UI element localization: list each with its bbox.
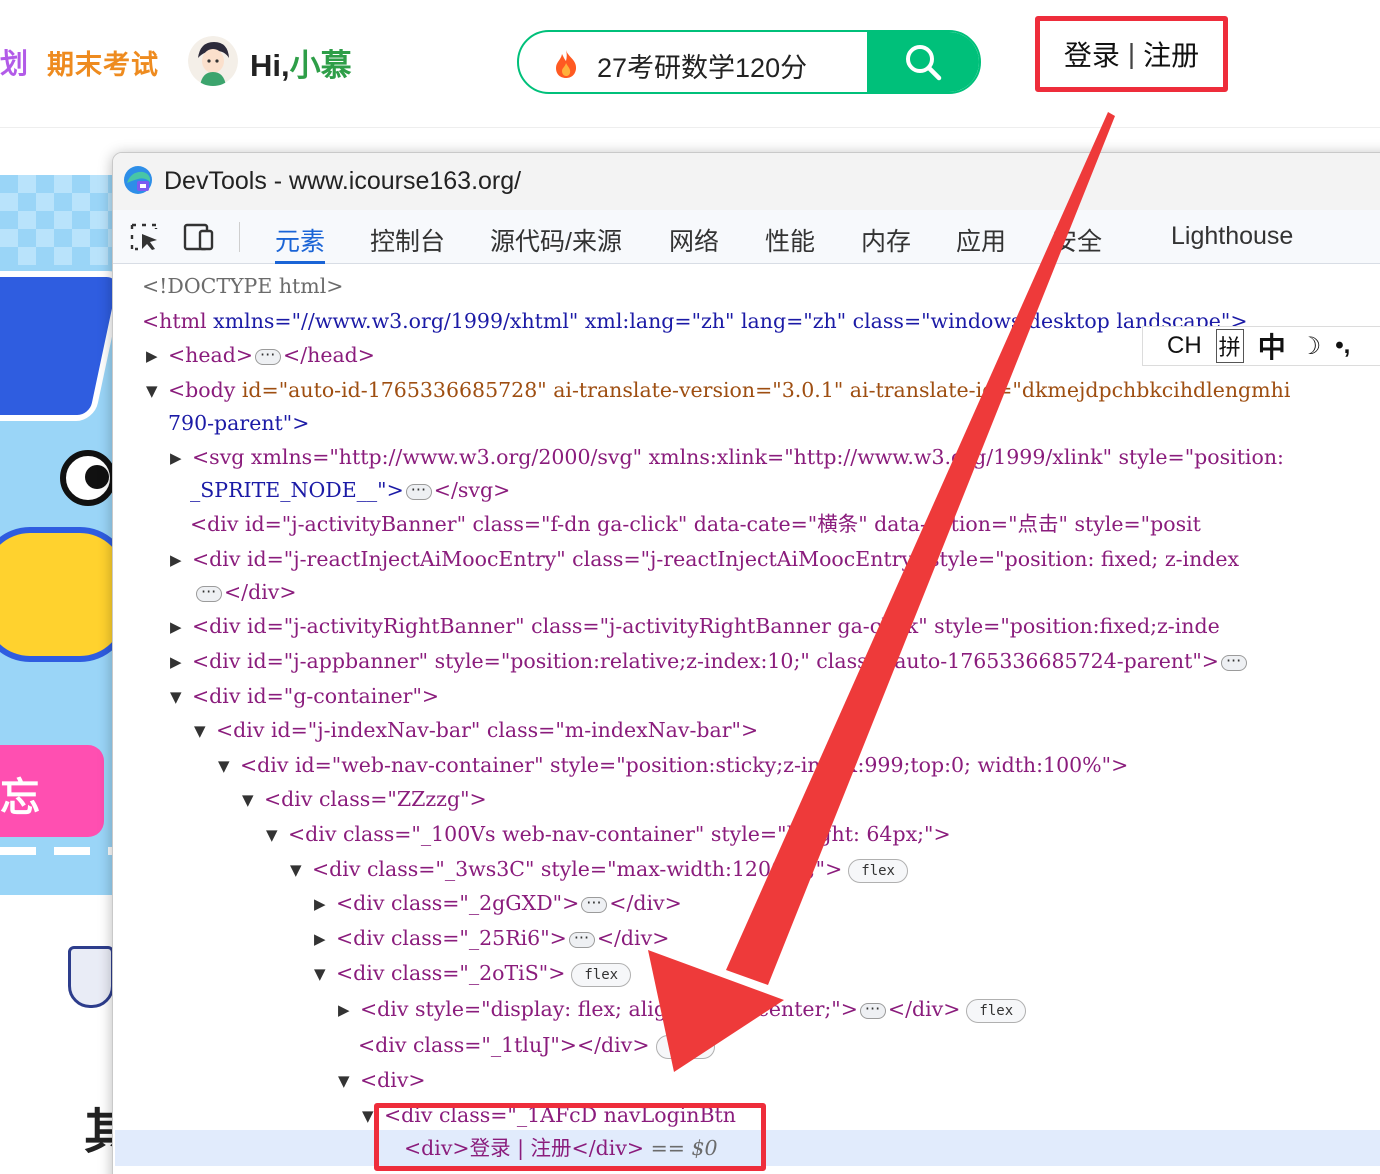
- html-attrs: xmlns="//www.w3.org/1999/xhtml" xml:lang…: [206, 309, 1248, 333]
- expand-triangle-icon[interactable]: ▶: [338, 993, 360, 1027]
- zzzzg-tag: <div class="ZZzzg">: [264, 787, 487, 811]
- elements-dom-tree: <!DOCTYPE html> <html xmlns="//www.w3.or…: [0, 0, 1380, 1174]
- 25ri6-tag: <div class="_25Ri6">: [336, 926, 567, 950]
- ime-toolbar[interactable]: CH 拼 中 ☽ •,: [1142, 326, 1380, 366]
- dom-line-3ws3c[interactable]: ▼ <div class="_3ws3C" style="max-width:12…: [290, 852, 908, 886]
- right-banner-tag: <div id="j-activityRightBanner" class="j…: [192, 614, 1220, 638]
- dom-line-doctype[interactable]: <!DOCTYPE html>: [142, 269, 343, 303]
- ime-pinyin[interactable]: 拼: [1215, 329, 1244, 363]
- collapse-triangle-icon[interactable]: ▼: [146, 374, 168, 408]
- svg-attrs-cont: _SPRITE_NODE__">: [190, 478, 404, 502]
- flex-badge[interactable]: flex: [655, 1034, 716, 1059]
- expand-triangle-icon[interactable]: ▶: [314, 887, 336, 921]
- collapse-triangle-icon[interactable]: ▼: [218, 749, 240, 783]
- dom-line-ai-mooc[interactable]: ▶ <div id="j-reactInjectAiMoocEntry" clas…: [170, 542, 1239, 576]
- ime-punct-icon[interactable]: •,: [1335, 332, 1350, 360]
- ime-ch[interactable]: CH: [1167, 332, 1202, 360]
- ellipsis-icon[interactable]: [255, 338, 282, 372]
- div-tag: <div>: [360, 1068, 426, 1092]
- ime-chinese[interactable]: 中: [1258, 326, 1286, 366]
- screenshot-stage: 划 期末考试 Hi,小慕 27考研数学120分 登录 | 注册 忘 其 DevT…: [0, 0, 1380, 1174]
- ai-mooc-tag: <div id="j-reactInjectAiMoocEntry" class…: [192, 547, 1240, 571]
- flex-div-close-tag: </div>: [887, 997, 961, 1021]
- svg-tag: <svg xmlns="http://www.w3.org/2000/svg" …: [192, 445, 1284, 469]
- ellipsis-icon[interactable]: [859, 992, 886, 1026]
- dom-line-activity-banner[interactable]: <div id="j-activityBanner" class="f-dn g…: [190, 507, 1201, 541]
- flex-badge[interactable]: flex: [966, 998, 1027, 1023]
- dom-line-2ggxd[interactable]: ▶<div class="_2gGXD"> </div>: [314, 886, 682, 920]
- dom-line-flex-div[interactable]: ▶ <div style="display: flex; align-items:…: [338, 992, 1027, 1027]
- html-tag: <html: [142, 309, 207, 333]
- collapse-triangle-icon[interactable]: ▼: [194, 714, 216, 748]
- ellipsis-icon[interactable]: [581, 886, 608, 920]
- ellipsis-icon[interactable]: [405, 473, 432, 507]
- body-attrs-cont: 790-parent">: [168, 411, 310, 435]
- collapse-triangle-icon[interactable]: ▼: [266, 818, 288, 852]
- expand-triangle-icon[interactable]: ▶: [170, 645, 192, 679]
- expand-triangle-icon[interactable]: ▶: [314, 922, 336, 956]
- dom-line-body-cont[interactable]: 790-parent">: [168, 406, 309, 440]
- 2otis-tag: <div class="_2oTiS">: [336, 961, 566, 985]
- dom-line-html[interactable]: <html xmlns="//www.w3.org/1999/xhtml" xm…: [142, 304, 1248, 338]
- 25ri6-close-tag: </div>: [596, 926, 670, 950]
- dom-line-indexnav[interactable]: ▼ <div id="j-indexNav-bar" class="m-index…: [194, 713, 758, 747]
- highlight-box-login-element: [374, 1103, 766, 1171]
- collapse-triangle-icon[interactable]: ▼: [242, 783, 264, 817]
- expand-triangle-icon[interactable]: ▶: [170, 543, 192, 577]
- dom-line-2otis[interactable]: ▼ <div class="_2oTiS"> flex: [314, 956, 632, 991]
- 3ws3c-tag: <div class="_3ws3C" style="max-width:120…: [312, 857, 843, 881]
- dom-line-appbanner[interactable]: ▶ <div id="j-appbanner" style="position:r…: [170, 644, 1249, 678]
- body-tag: <body: [168, 378, 236, 402]
- svg-close-tag: </svg>: [433, 478, 511, 502]
- expand-triangle-icon[interactable]: ▶: [146, 339, 168, 373]
- dom-line-right-banner[interactable]: ▶ <div id="j-activityRightBanner" class="…: [170, 609, 1220, 643]
- g-container-tag: <div id="g-container">: [192, 684, 440, 708]
- ai-mooc-close-tag: </div>: [224, 580, 297, 604]
- ellipsis-icon[interactable]: [1220, 644, 1247, 678]
- body-attrs: id="auto-id-1765336685728" ai-translate-…: [235, 378, 1291, 402]
- 2ggxd-close-tag: </div>: [609, 891, 682, 915]
- ime-moon-icon[interactable]: ☽: [1300, 332, 1322, 361]
- dom-line-g-container[interactable]: ▼ <div id="g-container">: [170, 679, 439, 713]
- 1tluj-tag: <div class="_1tluJ"></div>: [358, 1033, 650, 1057]
- dom-line-ai-mooc-close[interactable]: </div>: [194, 575, 297, 609]
- collapse-triangle-icon[interactable]: ▼: [338, 1064, 360, 1098]
- head-close-tag: </head>: [283, 343, 375, 367]
- dom-line-zzzzg[interactable]: ▼ <div class="ZZzzg">: [242, 782, 487, 816]
- head-open-tag: <head>: [168, 343, 254, 367]
- flex-badge[interactable]: flex: [571, 962, 632, 987]
- 100vs-tag: <div class="_100Vs web-nav-container" st…: [288, 822, 951, 846]
- web-nav-tag: <div id="web-nav-container" style="posit…: [240, 753, 1129, 777]
- 2ggxd-tag: <div class="_2gGXD">: [336, 891, 580, 915]
- indexnav-tag: <div id="j-indexNav-bar" class="m-indexN…: [216, 718, 759, 742]
- activity-banner-tag: <div id="j-activityBanner" class="f-dn g…: [190, 512, 1201, 536]
- doctype-text: <!DOCTYPE html>: [142, 274, 344, 298]
- dom-line-25ri6[interactable]: ▶<div class="_25Ri6"> </div>: [314, 921, 669, 955]
- flex-div-tag: <div style="display: flex; align-items: …: [360, 997, 858, 1021]
- dom-line-head[interactable]: ▶<head> </head>: [146, 338, 375, 372]
- dom-line-svg-cont[interactable]: _SPRITE_NODE__"> </svg>: [190, 473, 510, 507]
- ellipsis-icon[interactable]: [568, 921, 595, 955]
- expand-triangle-icon[interactable]: ▶: [170, 610, 192, 644]
- dom-line-web-nav[interactable]: ▼ <div id="web-nav-container" style="posi…: [218, 748, 1128, 782]
- dom-line-100vs[interactable]: ▼ <div class="_100Vs web-nav-container" s…: [266, 817, 951, 851]
- dom-line-svg[interactable]: ▶ <svg xmlns="http://www.w3.org/2000/svg"…: [170, 440, 1284, 474]
- collapse-triangle-icon[interactable]: ▼: [314, 957, 336, 991]
- dom-line-div[interactable]: ▼ <div>: [338, 1063, 426, 1097]
- dom-line-body[interactable]: ▼ <body id="auto-id-1765336685728" ai-tra…: [146, 373, 1290, 407]
- collapse-triangle-icon[interactable]: ▼: [170, 680, 192, 714]
- collapse-triangle-icon[interactable]: ▼: [290, 853, 312, 887]
- expand-triangle-icon[interactable]: ▶: [170, 441, 192, 475]
- ellipsis-icon[interactable]: [196, 575, 222, 609]
- appbanner-tag: <div id="j-appbanner" style="position:re…: [192, 649, 1219, 673]
- flex-badge[interactable]: flex: [848, 858, 908, 883]
- dom-line-1tluj[interactable]: <div class="_1tluJ"></div> flex: [358, 1028, 716, 1062]
